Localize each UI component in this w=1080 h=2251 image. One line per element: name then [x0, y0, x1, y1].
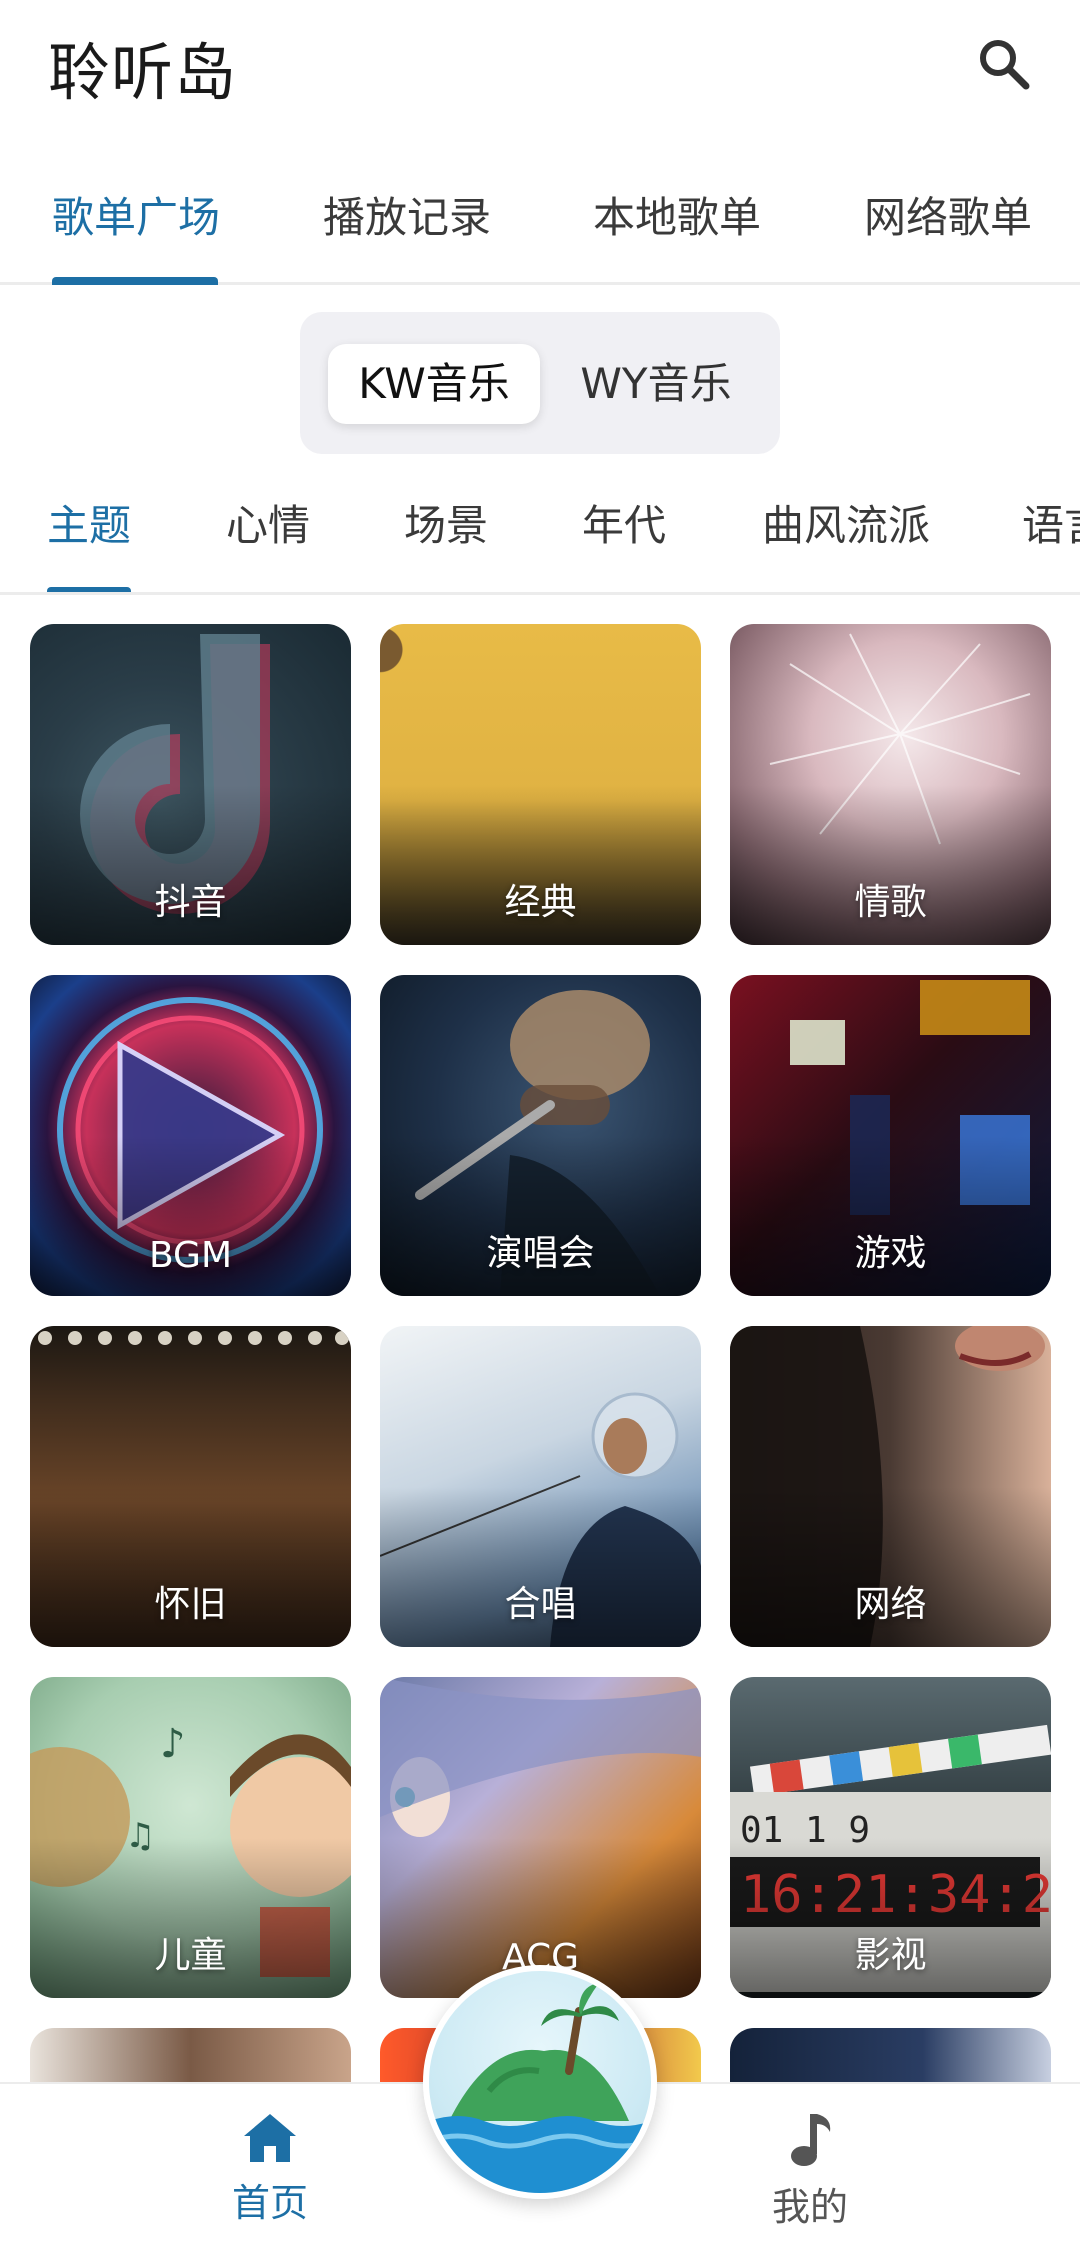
nav-home-label: 首页 [231, 2181, 308, 2225]
tab-category-era[interactable]: 年代 [582, 492, 666, 553]
home-icon [244, 2114, 296, 2162]
nav-mine-label: 我的 [771, 2185, 848, 2229]
playlist-title: 怀旧 [154, 1584, 227, 1625]
playlist-title: 网络 [854, 1584, 927, 1625]
playlist-card-acg[interactable]: ACG [380, 1677, 701, 1998]
search-icon [980, 40, 1030, 90]
app-header: 聆听岛 [0, 0, 1080, 130]
playlist-card-nostalgia[interactable]: 怀旧 [30, 1326, 351, 1647]
nav-mine[interactable]: 我的 [730, 2110, 890, 2231]
category-tab-indicator [47, 587, 131, 592]
playlist-title: 抖音 [154, 882, 227, 923]
source-option-kw[interactable]: KW音乐 [328, 344, 540, 424]
playlist-card-concert[interactable]: 演唱会 [380, 975, 701, 1296]
tab-category-mood[interactable]: 心情 [226, 492, 310, 553]
playlist-title: 演唱会 [486, 1233, 595, 1274]
playlist-title: 游戏 [854, 1233, 927, 1274]
tab-play-history[interactable]: 播放记录 [323, 184, 491, 245]
playlist-card-douyin[interactable]: 抖音 [30, 624, 351, 945]
main-tab-indicator [52, 277, 218, 285]
app-title: 聆听岛 [48, 36, 238, 109]
search-button[interactable] [968, 28, 1040, 100]
nav-home[interactable]: 首页 [190, 2110, 350, 2227]
playlist-title: 影视 [854, 1935, 927, 1976]
playlist-title: 情歌 [854, 882, 927, 923]
svg-text:♪: ♪ [160, 1721, 186, 1767]
playlist-grid: 抖音 经典 情歌 BGM 演唱会 游戏 怀旧 合唱 网络 ♪ ♫ 儿童 ACG … [0, 624, 1080, 2084]
center-island-button[interactable] [423, 1965, 657, 2199]
playlist-card[interactable] [730, 2028, 1051, 2084]
tab-category-language[interactable]: 语言 [1022, 492, 1080, 553]
playlist-card[interactable] [30, 2028, 351, 2084]
playlist-card-film-tv[interactable]: 16:21:34:21 01 1 9 影视 [730, 1677, 1051, 1998]
tab-category-scene[interactable]: 场景 [404, 492, 488, 553]
playlist-card-classic[interactable]: 经典 [380, 624, 701, 945]
playlist-card-chorus[interactable]: 合唱 [380, 1326, 701, 1647]
tab-category-theme[interactable]: 主题 [47, 492, 131, 553]
playlist-card-internet[interactable]: 网络 [730, 1326, 1051, 1647]
playlist-title: 经典 [504, 882, 577, 923]
main-tab-bar: 歌单广场 播放记录 本地歌单 网络歌单 [0, 160, 1080, 285]
playlist-card-games[interactable]: 游戏 [730, 975, 1051, 1296]
source-option-wy[interactable]: WY音乐 [550, 344, 762, 424]
music-note-icon [791, 2114, 831, 2166]
playlist-title: BGM [148, 1235, 233, 1276]
tab-local-playlists[interactable]: 本地歌单 [593, 184, 761, 245]
tab-online-playlists[interactable]: 网络歌单 [864, 184, 1032, 245]
playlist-title: 合唱 [504, 1584, 577, 1625]
playlist-card-bgm[interactable]: BGM [30, 975, 351, 1296]
playlist-card-children[interactable]: ♪ ♫ 儿童 [30, 1677, 351, 1998]
tab-category-genre[interactable]: 曲风流派 [762, 492, 930, 553]
playlist-card-love-songs[interactable]: 情歌 [730, 624, 1051, 945]
music-source-toggle: KW音乐 WY音乐 [300, 312, 780, 454]
tab-playlist-square[interactable]: 歌单广场 [52, 184, 220, 245]
playlist-title: 儿童 [154, 1935, 227, 1976]
category-tab-bar: 主题 心情 场景 年代 曲风流派 语言 [0, 470, 1080, 595]
island-logo-icon [429, 1983, 651, 2193]
